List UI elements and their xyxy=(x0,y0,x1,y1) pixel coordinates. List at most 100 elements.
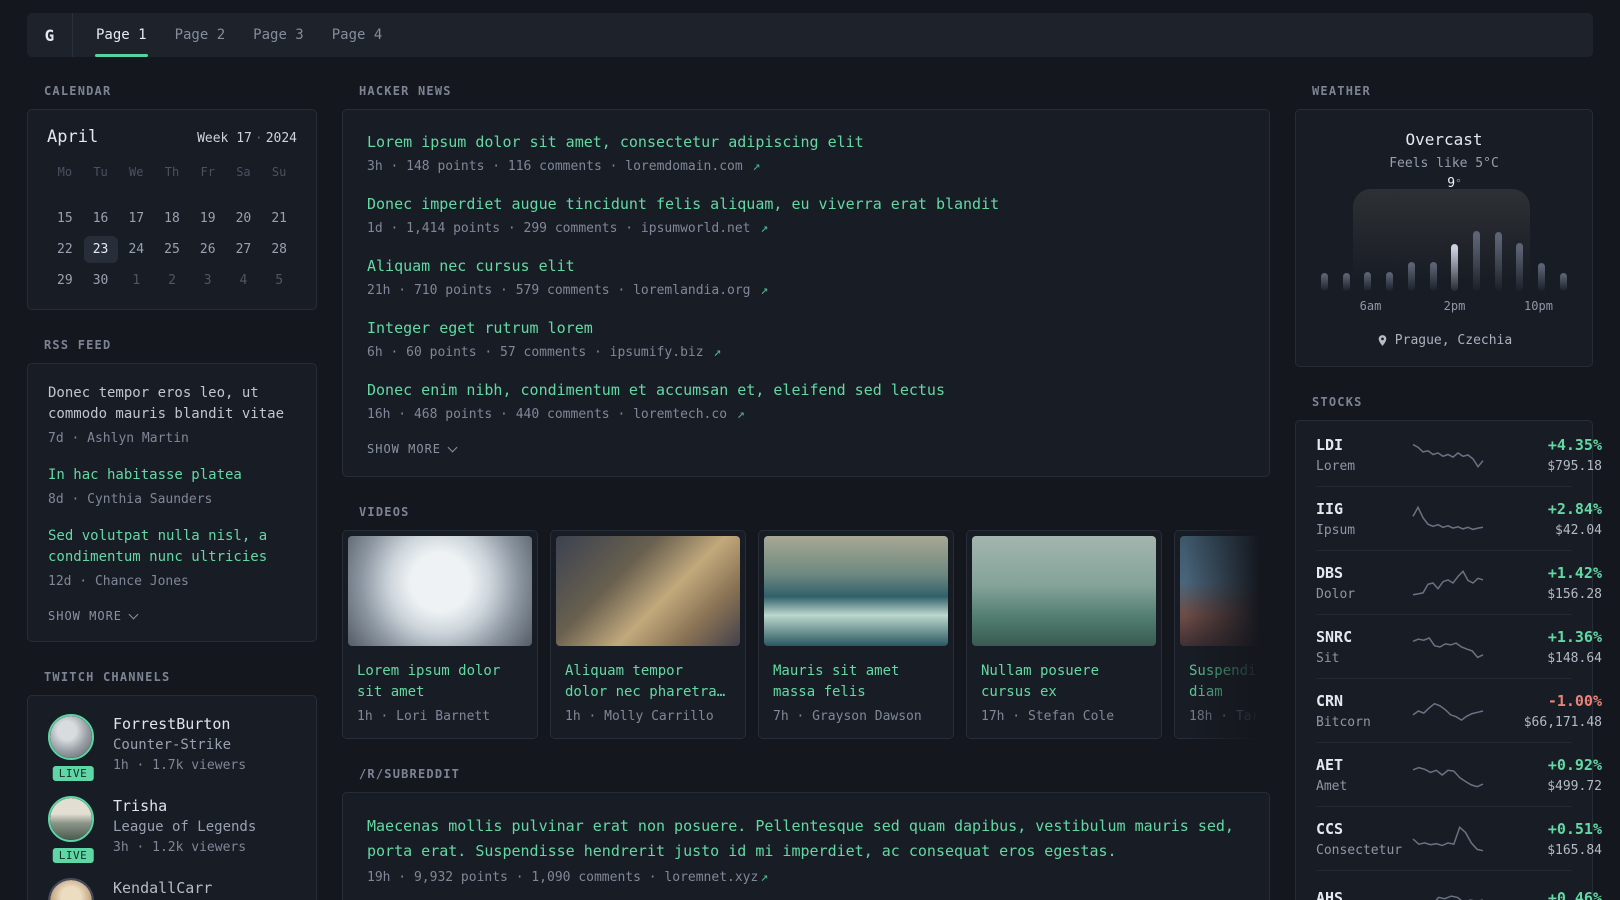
external-link-icon: ↗ xyxy=(760,221,769,236)
rss-item-title[interactable]: Sed volutpat nulla nisl, a condimentum n… xyxy=(48,526,296,568)
rss-section-title: RSS FEED xyxy=(44,338,112,352)
hackernews-show-more-button[interactable]: SHOW MORE xyxy=(367,442,458,456)
video-card[interactable]: Nullam posuere cursus ex 17h · Stefan Co… xyxy=(966,530,1162,739)
video-meta: 7h · Grayson Dawson xyxy=(773,709,922,724)
calendar-day: 2 xyxy=(168,273,176,288)
video-card[interactable]: Lorem ipsum dolor sit amet consectetu… 1… xyxy=(342,530,538,739)
stock-name: Bitcorn xyxy=(1316,715,1371,730)
video-title[interactable]: Suspendisse diam xyxy=(1189,661,1270,703)
twitch-channel-row[interactable]: KendallCarr xyxy=(48,878,296,900)
stock-row[interactable]: LDI Lorem +4.35% $795.18 xyxy=(1316,423,1602,487)
avatar xyxy=(48,796,94,842)
stock-symbol: AHS xyxy=(1316,888,1344,900)
stock-sparkline xyxy=(1412,443,1484,468)
video-title[interactable]: Aliquam tempor dolor nec pharetra… xyxy=(565,661,731,703)
stock-left: IIG Ipsum xyxy=(1316,500,1412,538)
stock-row[interactable]: AHS +0.46% xyxy=(1316,871,1602,900)
calendar-year: 2024 xyxy=(265,131,297,146)
rss-card: Donec tempor eros leo, ut commodo mauris… xyxy=(27,363,317,642)
twitch-channel-meta: 1h · 1.7k viewers xyxy=(113,758,247,773)
calendar-day-header: Tu xyxy=(93,165,108,179)
video-title[interactable]: Lorem ipsum dolor sit amet consectetu… xyxy=(357,661,523,703)
topbar-tab[interactable]: Page 2 xyxy=(174,13,227,57)
rss-item-meta: 12d · Chance Jones xyxy=(48,574,189,589)
weather-bar xyxy=(1364,272,1372,291)
stock-change: +0.51% xyxy=(1547,820,1602,838)
rss-widget: RSS FEED Donec tempor eros leo, ut commo… xyxy=(27,338,317,642)
stock-sparkline xyxy=(1412,825,1484,852)
twitch-channel-category: Counter-Strike xyxy=(113,737,232,753)
calendar-day: 24 xyxy=(128,242,145,257)
twitch-channel-row[interactable]: LIVE ForrestBurton Counter-Strike 1h · 1… xyxy=(48,714,296,783)
calendar-day: 19 xyxy=(199,211,216,226)
hackernews-item: Donec imperdiet augue tincidunt felis al… xyxy=(367,193,1245,238)
avatar xyxy=(48,714,94,760)
video-title[interactable]: Nullam posuere cursus ex xyxy=(981,661,1147,703)
twitch-channel-name[interactable]: ForrestBurton xyxy=(113,714,246,735)
twitch-widget: TWITCH CHANNELS LIVE ForrestBurton Count… xyxy=(27,670,317,900)
hackernews-item-title[interactable]: Lorem ipsum dolor sit amet, consectetur … xyxy=(367,131,1245,153)
video-card[interactable]: Suspendisse diam 18h · Tara xyxy=(1174,530,1270,739)
twitch-avatar-wrap xyxy=(48,878,98,900)
stock-sparkline xyxy=(1412,702,1484,722)
rss-show-more-button[interactable]: SHOW MORE xyxy=(48,609,139,623)
rss-item-title[interactable]: Donec tempor eros leo, ut commodo mauris… xyxy=(48,383,296,425)
avatar-image xyxy=(50,798,92,840)
twitch-section-title: TWITCH CHANNELS xyxy=(44,670,171,684)
weather-condition: Overcast xyxy=(1405,130,1483,149)
hackernews-item-title[interactable]: Donec enim nibh, condimentum et accumsan… xyxy=(367,379,1245,401)
calendar-day-header: Sa xyxy=(236,165,251,179)
calendar-day: 29 xyxy=(57,273,73,288)
hackernews-item-meta-text: 16h · 468 points · 440 comments · loremt… xyxy=(367,407,735,422)
stock-sparkline xyxy=(1412,766,1484,788)
twitch-channel-info: Trisha League of Legends 3h · 1.2k viewe… xyxy=(113,796,256,858)
stock-left: LDI Lorem xyxy=(1316,436,1412,474)
external-link-icon: ↗ xyxy=(760,283,769,298)
dashboard-page: G Page 1 Page 2 Page 3 Page 4 CALENDAR Apri… xyxy=(0,0,1620,900)
reddit-post-title[interactable]: Maecenas mollis pulvinar erat non posuer… xyxy=(367,814,1245,864)
hackernews-item-title[interactable]: Integer eget rutrum lorem xyxy=(367,317,1245,339)
stock-left: AET Amet xyxy=(1316,756,1412,794)
reddit-post-meta-text: 19h · 9,932 points · 1,090 comments · lo… xyxy=(367,870,759,885)
stock-row[interactable]: DBS Dolor +1.42% $156.28 xyxy=(1316,551,1602,615)
stocks-card: LDI Lorem +4.35% $795.18 IIG Ipsum +2.84… xyxy=(1295,420,1602,900)
topbar-tab[interactable]: Page 1 xyxy=(95,13,148,57)
live-badge: LIVE xyxy=(50,846,96,865)
hackernews-item-meta: 1d · 1,414 points · 299 comments · ipsum… xyxy=(367,219,1245,238)
video-card[interactable]: Mauris sit amet massa felis 7h · Grayson… xyxy=(758,530,954,739)
stock-right: +0.46% xyxy=(1484,889,1602,900)
weather-widget: WEATHER Overcast Feels like 5°C 9° 6am 2p… xyxy=(1295,84,1593,367)
video-card[interactable]: Aliquam tempor dolor nec pharetra… 1h · … xyxy=(550,530,746,739)
video-title[interactable]: Mauris sit amet massa felis xyxy=(773,661,939,703)
weather-chart: 9° 6am 2pm 10pm xyxy=(1318,176,1570,313)
calendar-days: 15 16 17 18 19 20 21 22 23 24 25 26 27 28 29 30 1 2 3 4 5 xyxy=(47,205,297,294)
hackernews-item-title[interactable]: Donec imperdiet augue tincidunt felis al… xyxy=(367,193,1245,215)
stock-row[interactable]: CCS Consectetur +0.51% $165.84 xyxy=(1316,807,1602,871)
topbar-tab[interactable]: Page 4 xyxy=(331,13,384,57)
video-thumbnail xyxy=(556,536,740,646)
stock-right: +4.35% $795.18 xyxy=(1484,436,1602,474)
rss-item-title[interactable]: In hac habitasse platea xyxy=(48,465,296,486)
avatar-image xyxy=(50,880,92,900)
weather-current-temp: 9° xyxy=(1447,176,1461,191)
twitch-channel-name[interactable]: Trisha xyxy=(113,796,256,817)
weather-bar xyxy=(1538,263,1546,291)
stock-right: +0.51% $165.84 xyxy=(1484,820,1602,858)
video-body: Nullam posuere cursus ex 17h · Stefan Co… xyxy=(967,651,1161,738)
stock-row[interactable]: IIG Ipsum +2.84% $42.04 xyxy=(1316,487,1602,551)
stock-row[interactable]: SNRC Sit +1.36% $148.64 xyxy=(1316,615,1602,679)
stock-symbol: SNRC xyxy=(1316,628,1353,646)
twitch-channel-row[interactable]: LIVE Trisha League of Legends 3h · 1.2k … xyxy=(48,796,296,865)
twitch-channel-name[interactable]: KendallCarr xyxy=(113,878,212,899)
calendar-card: April Week 17 · 2024 Mo Tu We Th Fr Sa Su 15 16 17… xyxy=(27,109,317,310)
calendar-day: 22 xyxy=(57,242,73,257)
weather-location-text: Prague, Czechia xyxy=(1394,333,1513,348)
stock-row[interactable]: AET Amet +0.92% $499.72 xyxy=(1316,743,1602,807)
stock-row[interactable]: CRN Bitcorn -1.00% $66,171.48 xyxy=(1316,679,1602,743)
app-logo[interactable]: G xyxy=(27,13,73,57)
hackernews-item-meta-text: 21h · 710 points · 579 comments · loreml… xyxy=(367,283,759,298)
calendar-day-header: Fr xyxy=(200,165,215,179)
topbar-tab[interactable]: Page 3 xyxy=(252,13,305,57)
calendar-separator: · xyxy=(254,131,263,146)
hackernews-item-title[interactable]: Aliquam nec cursus elit xyxy=(367,255,1245,277)
